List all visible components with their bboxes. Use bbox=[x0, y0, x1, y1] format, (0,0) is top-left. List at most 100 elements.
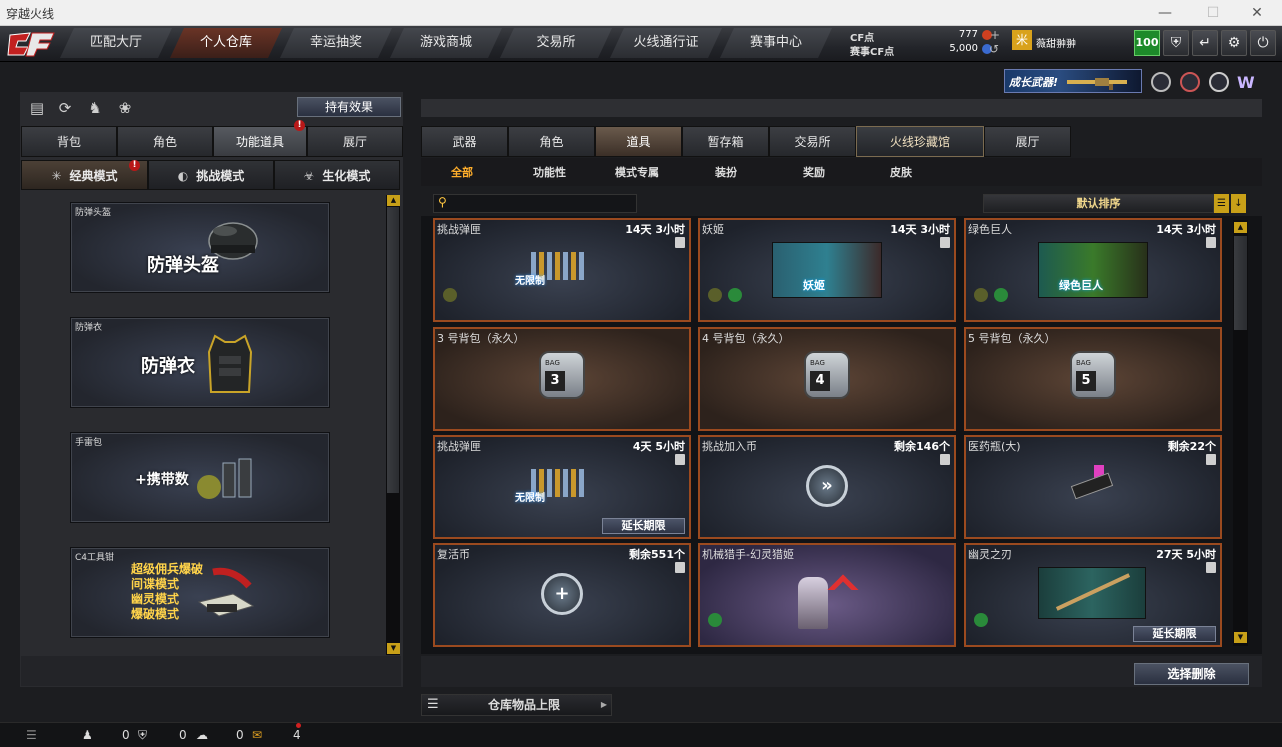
item-card-c4-pliers[interactable]: C4工具钳 超级佣兵爆破 间谍模式 幽灵模式 爆破模式 bbox=[70, 547, 330, 638]
trash-icon[interactable] bbox=[1206, 237, 1216, 248]
trash-icon[interactable] bbox=[675, 237, 685, 248]
scroll-up-icon[interactable]: ▲ bbox=[1234, 222, 1247, 233]
add-cf-icon[interactable]: + bbox=[990, 28, 1000, 42]
sort-down-icon[interactable]: ↓ bbox=[1231, 194, 1246, 213]
event-cf-label: 赛事CF点 bbox=[850, 47, 895, 58]
nav-tab[interactable]: 赛事中心 bbox=[720, 28, 832, 58]
tab-character[interactable]: 角色 bbox=[117, 126, 213, 157]
scroll-down-icon[interactable]: ▼ bbox=[1234, 632, 1247, 643]
gear-icon[interactable]: ⚙ bbox=[1221, 30, 1247, 56]
gift-icon[interactable]: ✉ bbox=[252, 728, 262, 742]
item-name: 复活币 bbox=[437, 548, 470, 561]
trash-icon[interactable] bbox=[940, 454, 950, 465]
right-tab[interactable]: 交易所 bbox=[769, 126, 856, 157]
inventory-item-card[interactable]: 复活币 剩余551个 + bbox=[433, 543, 691, 647]
subtab[interactable]: 皮肤 bbox=[890, 164, 912, 180]
friends-icon[interactable]: ♟ bbox=[82, 728, 93, 742]
left-scrollbar[interactable] bbox=[386, 195, 400, 655]
window-titlebar: 穿越火线 — ☐ ✕ bbox=[0, 0, 1282, 26]
maximize-icon[interactable]: ☐ bbox=[1198, 2, 1228, 24]
tab-backpack[interactable]: 背包 bbox=[21, 126, 117, 157]
right-tab[interactable]: 道具 bbox=[595, 126, 682, 157]
subtab[interactable]: 奖励 bbox=[803, 164, 825, 180]
mode-challenge[interactable]: ◐ 挑战模式 bbox=[148, 160, 274, 190]
warehouse-limit-button[interactable]: ☰ 仓库物品上限 ▶ bbox=[421, 694, 612, 716]
trash-icon[interactable] bbox=[1206, 454, 1216, 465]
inventory-item-card[interactable]: 挑战弹匣 14天 3小时 无限制 bbox=[433, 218, 691, 322]
right-tab[interactable]: 武器 bbox=[421, 126, 508, 157]
extend-button[interactable]: 延长期限 bbox=[1133, 626, 1216, 642]
chat-icon[interactable]: ☁ bbox=[196, 728, 208, 742]
nav-tab[interactable]: 火线通行证 bbox=[610, 28, 722, 58]
item-card-helmet[interactable]: 防弹头盔 防弹头盔 bbox=[70, 202, 330, 293]
tab-showroom[interactable]: 展厅 bbox=[307, 126, 403, 157]
trash-icon[interactable] bbox=[1206, 562, 1216, 573]
extend-button[interactable]: 延长期限 bbox=[602, 518, 685, 534]
item-time: 14天 3小时 bbox=[890, 223, 950, 236]
scroll-down-icon[interactable]: ▼ bbox=[387, 643, 400, 654]
nav-tab[interactable]: 幸运抽奖 bbox=[280, 28, 392, 58]
holding-effect-button[interactable]: 持有效果 bbox=[297, 97, 401, 117]
right-tab[interactable]: 火线珍藏馆 bbox=[856, 126, 984, 157]
inventory-item-card[interactable]: 4 号背包（永久） BAG 4 bbox=[698, 327, 956, 431]
mode-biochemical[interactable]: ☣ 生化模式 bbox=[274, 160, 400, 190]
backpack-number: 4 bbox=[810, 371, 830, 391]
close-icon[interactable]: ✕ bbox=[1242, 2, 1272, 24]
power-icon[interactable]: ⏻ bbox=[1250, 30, 1276, 56]
growth-weapon-banner[interactable]: 成长武器! bbox=[1004, 69, 1142, 93]
history-icon[interactable]: ⟳ bbox=[55, 98, 75, 118]
tool-icon[interactable] bbox=[1209, 72, 1229, 92]
item-card-grenade-pack[interactable]: 手雷包 +携带数 bbox=[70, 432, 330, 523]
subtab[interactable]: 装扮 bbox=[715, 164, 737, 180]
list-view-icon[interactable]: ☰ bbox=[1214, 194, 1229, 213]
bullet bbox=[547, 252, 552, 280]
w-logo-icon[interactable]: W bbox=[1237, 73, 1255, 92]
inventory-item-card[interactable]: 幽灵之刃 27天 5小时 延长期限 bbox=[964, 543, 1222, 647]
scroll-thumb[interactable] bbox=[1234, 236, 1247, 330]
right-scrollbar[interactable] bbox=[1233, 220, 1248, 646]
search-input[interactable]: ⚲ bbox=[433, 194, 637, 213]
subtab[interactable]: 全部 bbox=[451, 164, 473, 180]
inventory-item-card[interactable]: 挑战加入币 剩余146个 » bbox=[698, 435, 956, 539]
grenade-icon[interactable]: ❀ bbox=[115, 98, 135, 118]
inventory-item-card[interactable]: 挑战弹匣 4天 5小时 延长期限 无限制 bbox=[433, 435, 691, 539]
tab-function-items[interactable]: 功能道具 bbox=[213, 126, 307, 157]
sort-dropdown[interactable]: 默认排序 bbox=[983, 194, 1214, 213]
trash-icon[interactable] bbox=[675, 454, 685, 465]
right-tab[interactable]: 暂存箱 bbox=[682, 126, 769, 157]
chat-count: 0 bbox=[236, 728, 244, 742]
trash-icon[interactable] bbox=[675, 562, 685, 573]
inventory-item-card[interactable]: 绿色巨人 14天 3小时 绿色巨人 bbox=[964, 218, 1222, 322]
shield-icon[interactable]: ⛨ bbox=[1163, 30, 1189, 56]
back-icon[interactable]: ↵ bbox=[1192, 30, 1218, 56]
item-card-vest[interactable]: 防弹衣 防弹衣 bbox=[70, 317, 330, 408]
right-tab[interactable]: 展厅 bbox=[984, 126, 1071, 157]
right-tab[interactable]: 角色 bbox=[508, 126, 595, 157]
mode-challenge-label: 挑战模式 bbox=[196, 169, 245, 183]
menu-icon[interactable]: ☰ bbox=[26, 728, 37, 742]
clan-icon[interactable]: ⛨ bbox=[138, 728, 147, 743]
nav-tab[interactable]: 匹配大厅 bbox=[60, 28, 172, 58]
trash-icon[interactable] bbox=[940, 237, 950, 248]
refresh-icon[interactable]: ↺ bbox=[989, 42, 999, 56]
scroll-up-icon[interactable]: ▲ bbox=[387, 195, 400, 206]
badge-v-icon[interactable] bbox=[1151, 72, 1171, 92]
subtab[interactable]: 模式专属 bbox=[615, 164, 659, 180]
nav-tab[interactable]: 游戏商城 bbox=[390, 28, 502, 58]
inventory-item-card[interactable]: 5 号背包（永久） BAG 5 bbox=[964, 327, 1222, 431]
compass-icon[interactable] bbox=[1180, 72, 1200, 92]
player-name[interactable]: 薇甜翀翀 bbox=[1036, 35, 1076, 50]
inventory-item-card[interactable]: 机械猎手-幻灵猎姬 bbox=[698, 543, 956, 647]
inventory-item-card[interactable]: 3 号背包（永久） BAG 3 bbox=[433, 327, 691, 431]
inventory-item-card[interactable]: 妖姬 14天 3小时 妖姬 bbox=[698, 218, 956, 322]
item-time: 剩余146个 bbox=[894, 440, 950, 453]
subtab[interactable]: 功能性 bbox=[533, 164, 566, 180]
nav-tab[interactable]: 个人仓库 bbox=[170, 28, 282, 58]
select-delete-button[interactable]: 选择删除 bbox=[1134, 663, 1249, 685]
minimize-icon[interactable]: — bbox=[1150, 2, 1180, 24]
scroll-thumb[interactable] bbox=[387, 207, 399, 493]
stats-icon[interactable]: ▤ bbox=[27, 98, 47, 118]
nav-tab[interactable]: 交易所 bbox=[500, 28, 612, 58]
inventory-item-card[interactable]: 医药瓶(大) 剩余22个 bbox=[964, 435, 1222, 539]
character-icon[interactable]: ♞ bbox=[85, 98, 105, 118]
